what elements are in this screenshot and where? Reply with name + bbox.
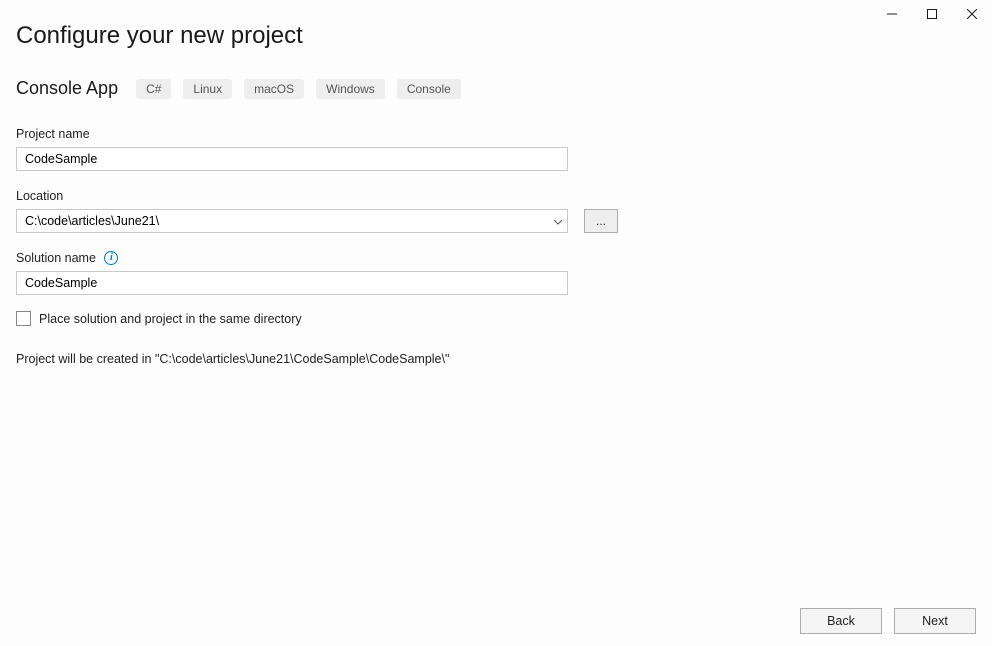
page-title: Configure your new project — [16, 22, 976, 50]
solution-name-input[interactable] — [16, 271, 568, 295]
minimize-button[interactable] — [872, 0, 912, 28]
project-name-input[interactable] — [16, 147, 568, 171]
tag-macos: macOS — [244, 79, 304, 99]
location-input[interactable] — [16, 209, 568, 233]
same-directory-checkbox[interactable] — [16, 311, 31, 326]
back-button[interactable]: Back — [800, 608, 882, 634]
next-button[interactable]: Next — [894, 608, 976, 634]
creation-path-text: Project will be created in "C:\code\arti… — [16, 352, 976, 366]
tag-csharp: C# — [136, 79, 171, 99]
maximize-button[interactable] — [912, 0, 952, 28]
location-label: Location — [16, 189, 63, 203]
browse-button[interactable]: ... — [584, 209, 618, 233]
tag-console: Console — [397, 79, 461, 99]
same-directory-label: Place solution and project in the same d… — [39, 312, 302, 326]
info-icon[interactable]: i — [104, 251, 118, 265]
template-name: Console App — [16, 78, 118, 99]
project-name-label: Project name — [16, 127, 90, 141]
solution-name-label: Solution name — [16, 251, 96, 265]
tag-windows: Windows — [316, 79, 385, 99]
tag-linux: Linux — [183, 79, 232, 99]
close-button[interactable] — [952, 0, 992, 28]
